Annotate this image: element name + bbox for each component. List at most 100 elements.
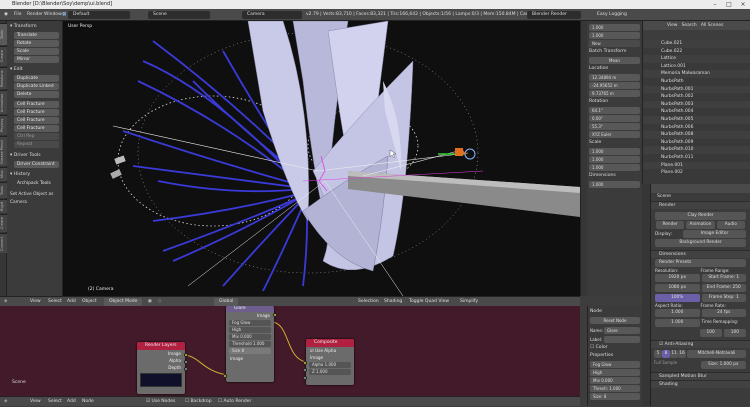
delete-button[interactable]: Delete xyxy=(14,91,59,98)
remap-new[interactable]: 100 xyxy=(723,329,746,337)
rotate-button[interactable]: Rotate xyxy=(14,40,59,47)
resolution-y[interactable]: 1080 px xyxy=(655,284,700,292)
npanel-new-button[interactable]: New xyxy=(589,40,640,47)
cell-fracture-button-3[interactable]: Cell Fracture xyxy=(14,117,59,124)
list-item[interactable]: NurbsPath.003 xyxy=(643,100,750,109)
tab-misc[interactable]: Misc xyxy=(0,167,7,181)
glare-threshold-field[interactable]: Threshold 1.000 xyxy=(229,341,271,347)
history-header[interactable]: ▾ History xyxy=(10,171,59,179)
display-select[interactable]: Image Editor xyxy=(683,230,746,238)
scale-x[interactable]: 1.000 xyxy=(589,148,640,155)
node-panel-header[interactable]: Node xyxy=(590,308,640,316)
tab-tools[interactable]: Tools xyxy=(0,23,7,45)
dimensions-panel-header[interactable]: Dimensions xyxy=(651,250,750,258)
npanel-value-y[interactable]: 1.000 xyxy=(589,32,640,39)
rotation-y[interactable]: 0.00° xyxy=(589,115,640,122)
aa-samples-8[interactable]: 8 xyxy=(662,350,670,358)
resolution-x[interactable]: 1920 px xyxy=(655,274,700,282)
node-glare-quality[interactable]: High xyxy=(590,369,640,376)
menu-render[interactable]: Render xyxy=(27,11,43,19)
socket-image-out[interactable] xyxy=(184,353,188,357)
list-item[interactable]: Cube.021 xyxy=(643,40,750,48)
list-item[interactable]: Cube.022 xyxy=(643,48,750,56)
aa-filter-select[interactable]: Mitchell-Netravali xyxy=(687,350,746,358)
render-engine-select[interactable]: Blender Render xyxy=(527,11,581,19)
socket-glare-in[interactable] xyxy=(223,374,227,378)
node-name-field[interactable]: Glare xyxy=(604,327,640,334)
resolution-percentage[interactable]: 100% xyxy=(655,294,700,302)
socket-composite-z[interactable] xyxy=(303,376,307,380)
use-alpha-checkbox[interactable]: ☑ Use Alpha xyxy=(306,347,354,354)
aa-samples-5[interactable]: 5 xyxy=(654,350,662,358)
tab-create-2[interactable]: Create xyxy=(0,214,7,232)
aspect-x[interactable]: 1.000 xyxy=(655,309,700,317)
end-frame[interactable]: End Frame: 250 xyxy=(701,284,746,292)
repeat-button[interactable]: Repeat xyxy=(14,141,59,148)
menu-window[interactable]: Window xyxy=(44,11,62,19)
render-presets-select[interactable]: Render Presets xyxy=(655,259,746,267)
rotation-z[interactable]: 55.3° xyxy=(589,123,640,130)
transform-panel-header[interactable]: ▾ Transform xyxy=(10,23,59,31)
transform-orientation[interactable]: Global xyxy=(214,298,238,306)
remap-old[interactable]: 100 xyxy=(699,329,722,337)
archipack-tools-item[interactable]: Archipack Tools xyxy=(14,180,59,187)
scale-y[interactable]: 1.000 xyxy=(589,156,640,163)
socket-alpha-out[interactable] xyxy=(184,360,188,364)
duplicate-button[interactable]: Duplicate xyxy=(14,75,59,82)
outliner-display-mode[interactable]: All Scenes xyxy=(701,23,724,28)
list-item[interactable]: NurbsPath xyxy=(643,78,750,86)
scale-button[interactable]: Scale xyxy=(14,48,59,55)
socket-glare-out[interactable] xyxy=(273,313,277,317)
location-z[interactable]: 9.73765 m xyxy=(589,90,640,97)
render-layers-node[interactable]: Render Layers Image Alpha Depth xyxy=(137,342,188,394)
cell-fracture-button-2[interactable]: Cell Fracture xyxy=(14,109,59,116)
close-icon[interactable]: × xyxy=(736,0,750,9)
location-x[interactable]: 12.34894 m xyxy=(589,74,640,81)
tab-animation[interactable]: Animation xyxy=(0,90,7,114)
list-item[interactable]: NurbsPath.011 xyxy=(643,154,750,162)
glare-type-select[interactable]: Fog Glow xyxy=(229,320,271,326)
socket-depth-out[interactable] xyxy=(184,367,188,371)
glare-mix-field[interactable]: Mix 0.000 xyxy=(229,334,271,340)
ctrl-rep-button[interactable]: Ctrl Rep xyxy=(14,133,59,140)
duplicate-linked-button[interactable]: Duplicate Linked xyxy=(14,83,59,90)
mode-select[interactable]: Object Mode xyxy=(104,298,142,306)
tab-rigid[interactable]: Rigid xyxy=(0,199,7,213)
aa-samples-11[interactable]: 11 xyxy=(670,350,678,358)
socket-composite-image[interactable] xyxy=(303,361,307,365)
list-item[interactable]: NurbsPath.002 xyxy=(643,93,750,101)
node-glare-mix[interactable]: Mix 0.000 xyxy=(590,377,640,384)
easy-logging[interactable]: Easy Logging xyxy=(592,11,636,19)
list-item[interactable]: NurbsPath.008 xyxy=(643,131,750,139)
tab-convert[interactable]: Convert xyxy=(0,233,7,253)
glare-size-field[interactable]: Size 8 xyxy=(229,348,271,354)
list-item[interactable]: Lattice xyxy=(643,55,750,63)
render-button[interactable]: Render xyxy=(656,221,685,229)
batch-transform-header[interactable]: Batch Transform xyxy=(589,48,640,56)
location-y[interactable]: -24.95652 m xyxy=(589,82,640,89)
dimension-x[interactable]: 1.000 xyxy=(589,181,640,188)
filter-size[interactable]: Size: 1.000 px xyxy=(700,361,746,369)
outliner-view-menu[interactable]: View xyxy=(667,23,677,28)
background-render-button[interactable]: Background Render xyxy=(655,239,746,247)
node-color-toggle[interactable]: ☐ Color xyxy=(590,344,640,352)
outliner-search-menu[interactable]: Search xyxy=(682,23,697,28)
tab-relations[interactable]: Relations xyxy=(0,67,7,89)
mean-button[interactable]: Mean xyxy=(589,57,640,64)
blender-logo-icon[interactable]: ◉ xyxy=(4,11,8,19)
translate-button[interactable]: Translate xyxy=(14,32,59,39)
full-sample-checkbox[interactable]: Full Sample xyxy=(654,360,700,370)
glare-node[interactable]: Glare Image Fog Glow High Mix 0.000 Thre… xyxy=(223,306,277,382)
camera-selector[interactable]: Camera xyxy=(242,11,302,19)
list-item[interactable]: Lattice.001 xyxy=(643,63,750,71)
node-glare-size[interactable]: Size: 8 xyxy=(590,393,640,400)
rotation-x[interactable]: 64.1° xyxy=(589,107,640,114)
tab-grease-pencil[interactable]: Grease Pencil xyxy=(0,136,7,166)
layout-icon[interactable]: ▦ xyxy=(62,11,66,19)
cell-fracture-button-4[interactable]: Cell Fracture xyxy=(14,125,59,132)
node-properties-header[interactable]: Properties xyxy=(590,352,640,360)
node-glare-threshold[interactable]: Thresh: 1.000 xyxy=(590,385,640,392)
frame-step[interactable]: Frame Step: 1 xyxy=(701,294,746,302)
socket-composite-alpha[interactable] xyxy=(303,368,307,372)
clay-render-button[interactable]: Clay Render xyxy=(655,212,746,220)
